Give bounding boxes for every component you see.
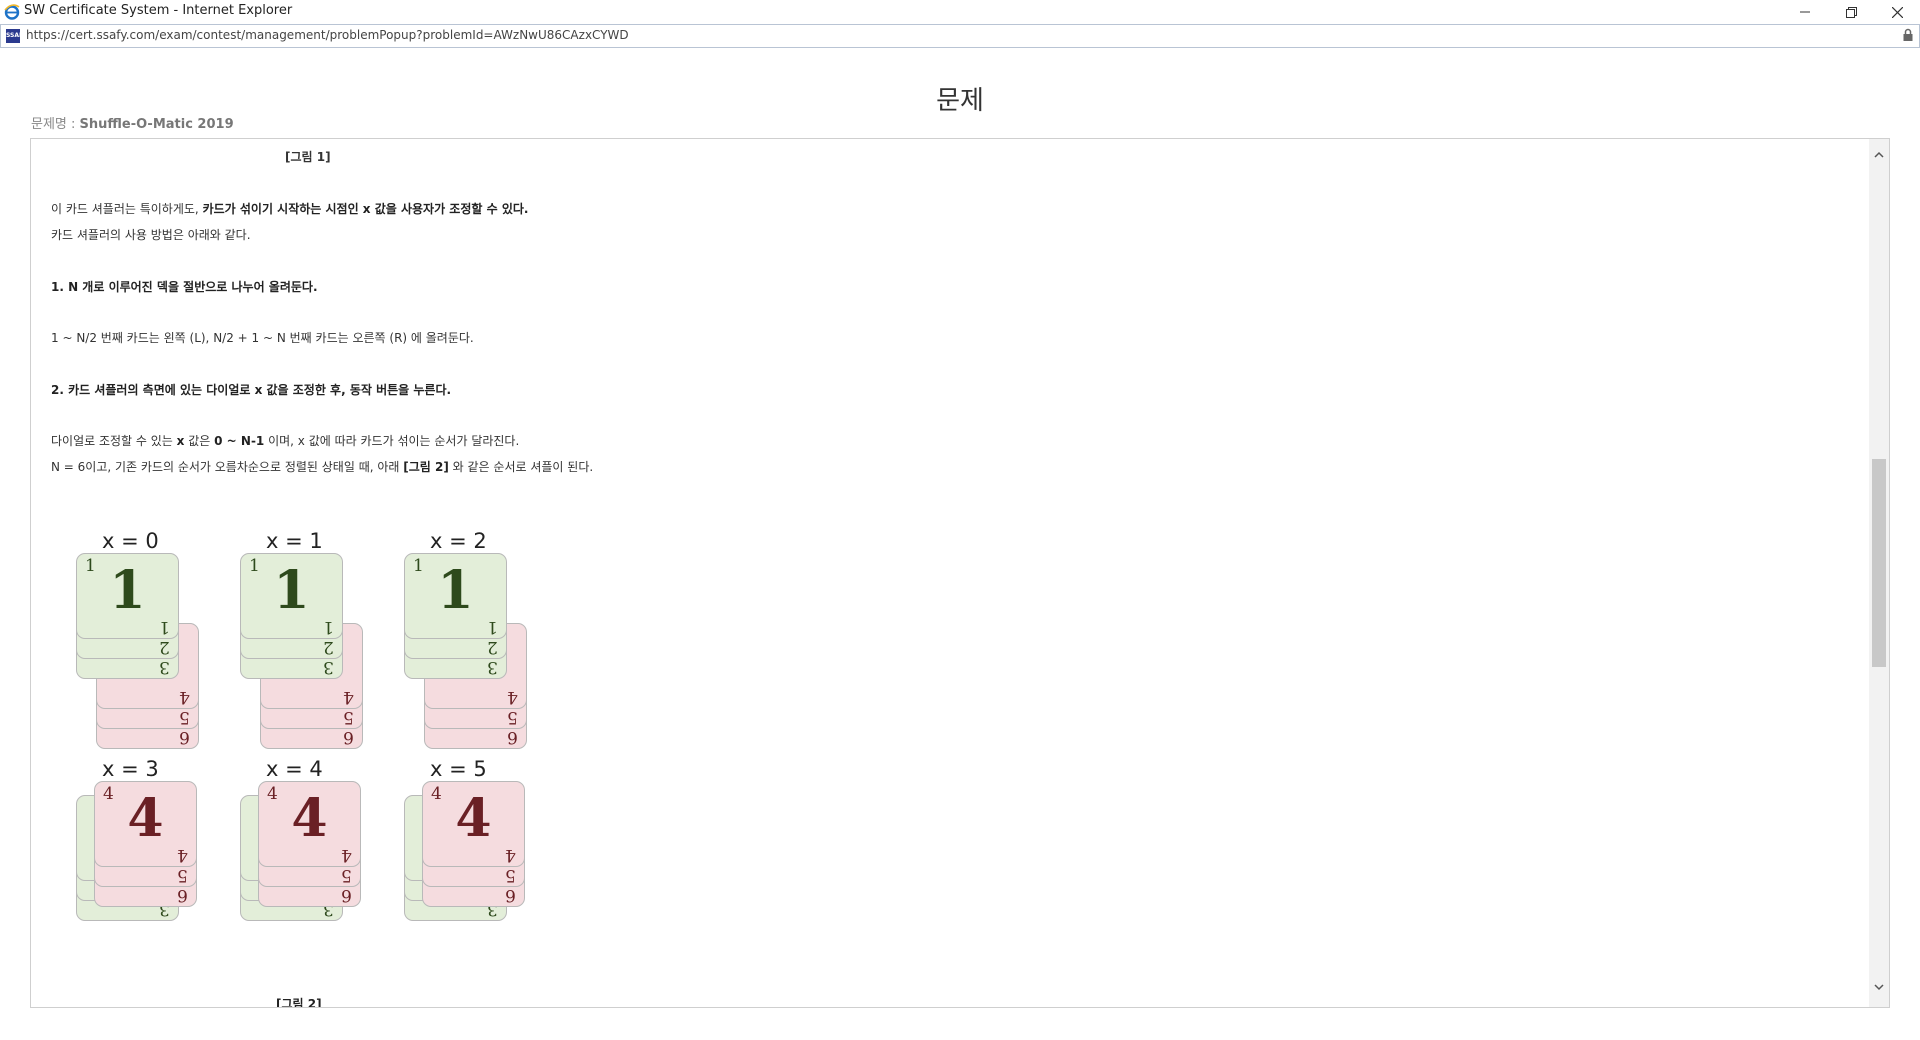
- card-corner-number: 4: [177, 845, 188, 865]
- dial-range: 0 ~ N-1: [214, 434, 265, 448]
- card-corner-number: 6: [179, 727, 190, 747]
- minimize-icon: [1800, 11, 1810, 13]
- card-big-number: 1: [437, 560, 474, 621]
- title-bar: SW Certificate System - Internet Explore…: [0, 0, 1920, 24]
- card-big-number: 4: [127, 788, 164, 849]
- card-corner-number: 4: [179, 687, 190, 707]
- intro-bold-text: 카드가 섞이기 시작하는 시점인 x 값을 사용자가 조정할 수 있다.: [202, 202, 529, 216]
- card-corner-number: 2: [487, 637, 498, 657]
- problem-name-label: 문제명 : Shuffle-O-Matic 2019: [31, 113, 234, 132]
- card-corner-number: 6: [505, 885, 516, 905]
- dial-text-1: 다이얼로 조정할 수 있는: [51, 434, 177, 448]
- problem-name: Shuffle-O-Matic 2019: [79, 117, 234, 132]
- card-corner-number: 5: [507, 707, 518, 727]
- example-description: N = 6이고, 기존 카드의 순서가 오름차순으로 정렬된 상태일 때, 아래…: [51, 458, 593, 475]
- card-corner-number: 5: [341, 865, 352, 885]
- step-1-title: 1. N 개로 이루어진 덱을 절반으로 나누어 올려둔다.: [51, 280, 318, 294]
- scroll-thumb[interactable]: [1872, 459, 1886, 667]
- card-corner-number: 3: [159, 657, 170, 677]
- x-value-label: x = 5: [430, 757, 487, 781]
- card-corner-number: 4: [343, 687, 354, 707]
- page-title: 문제: [936, 86, 984, 116]
- restore-icon: [1845, 6, 1857, 18]
- x-value-label: x = 3: [102, 757, 159, 781]
- card-corner-number: 6: [343, 727, 354, 747]
- figure-1-caption: [그림 1]: [285, 150, 331, 164]
- card-corner-number: 6: [177, 885, 188, 905]
- card-corner-number: 5: [179, 707, 190, 727]
- intro-paragraph: 이 카드 셔플러는 특이하게도, 카드가 섞이기 시작하는 시점인 x 값을 사…: [51, 200, 528, 217]
- scroll-down-icon[interactable]: [1873, 981, 1885, 993]
- playing-card: 111: [76, 553, 179, 639]
- card-corner-number: 4: [341, 845, 352, 865]
- address-bar[interactable]: SSAFY https://cert.ssafy.com/exam/contes…: [0, 24, 1920, 48]
- x-value-label: x = 0: [102, 529, 159, 553]
- x-value-label: x = 2: [430, 529, 487, 553]
- step-1-description: 1 ~ N/2 번째 카드는 왼쪽 (L), N/2 + 1 ~ N 번째 카드…: [51, 331, 474, 345]
- shuffle-figure: x = 065432111x = 165432111x = 265432111x…: [76, 529, 576, 999]
- card-corner-number: 5: [177, 865, 188, 885]
- restore-button[interactable]: [1828, 0, 1874, 24]
- vertical-scrollbar[interactable]: [1869, 139, 1889, 1007]
- card-corner-number: 1: [159, 617, 170, 637]
- example-text-2: 와 같은 순서로 셔플이 된다.: [448, 460, 594, 474]
- usage-line: 카드 셔플러의 사용 방법은 아래와 같다.: [51, 228, 251, 242]
- playing-card: 111: [404, 553, 507, 639]
- card-corner-number: 1: [323, 617, 334, 637]
- card-big-number: 4: [291, 788, 328, 849]
- playing-card: 444: [422, 781, 525, 867]
- playing-card: 111: [240, 553, 343, 639]
- internet-explorer-icon: [4, 4, 20, 20]
- example-text-1: N = 6이고, 기존 카드의 순서가 오름차순으로 정렬된 상태일 때, 아래: [51, 460, 404, 474]
- site-favicon-icon: SSAFY: [6, 29, 27, 43]
- playing-card: 444: [258, 781, 361, 867]
- card-corner-number: 5: [505, 865, 516, 885]
- card-corner-number: 1: [487, 617, 498, 637]
- card-big-number: 1: [273, 560, 310, 621]
- x-value-label: x = 4: [266, 757, 323, 781]
- figure-2-caption: [그림 2]: [276, 997, 322, 1008]
- window-title: SW Certificate System - Internet Explore…: [24, 3, 293, 18]
- dial-text-3: 이며, x 값에 따라 카드가 섞이는 순서가 달라진다.: [264, 434, 520, 448]
- problem-label-prefix: 문제명 :: [31, 117, 80, 132]
- card-corner-number: 3: [487, 657, 498, 677]
- scroll-up-icon[interactable]: [1873, 149, 1885, 161]
- card-big-number: 1: [109, 560, 146, 621]
- card-big-number: 4: [455, 788, 492, 849]
- close-button[interactable]: [1874, 0, 1920, 24]
- url-text[interactable]: https://cert.ssafy.com/exam/contest/mana…: [26, 28, 629, 42]
- card-corner-number: 3: [323, 657, 334, 677]
- dial-description: 다이얼로 조정할 수 있는 x 값은 0 ~ N-1 이며, x 값에 따라 카…: [51, 432, 519, 449]
- card-corner-number: 6: [341, 885, 352, 905]
- minimize-button[interactable]: [1782, 0, 1828, 24]
- card-corner-number: 4: [507, 687, 518, 707]
- intro-text: 이 카드 셔플러는 특이하게도,: [51, 202, 203, 216]
- x-value-label: x = 1: [266, 529, 323, 553]
- card-corner-number: 2: [323, 637, 334, 657]
- figure-2-reference: [그림 2]: [403, 460, 449, 474]
- card-corner-number: 2: [159, 637, 170, 657]
- dial-text-2: 값은: [184, 434, 215, 448]
- close-icon: [1891, 6, 1903, 18]
- step-2-title: 2. 카드 셔플러의 측면에 있는 다이얼로 x 값을 조정한 후, 동작 버튼…: [51, 383, 452, 397]
- playing-card: 444: [94, 781, 197, 867]
- lock-icon[interactable]: [1901, 28, 1915, 42]
- problem-content-panel[interactable]: [그림 1] 이 카드 셔플러는 특이하게도, 카드가 섞이기 시작하는 시점인…: [30, 138, 1890, 1008]
- card-corner-number: 5: [343, 707, 354, 727]
- card-corner-number: 4: [505, 845, 516, 865]
- card-corner-number: 6: [507, 727, 518, 747]
